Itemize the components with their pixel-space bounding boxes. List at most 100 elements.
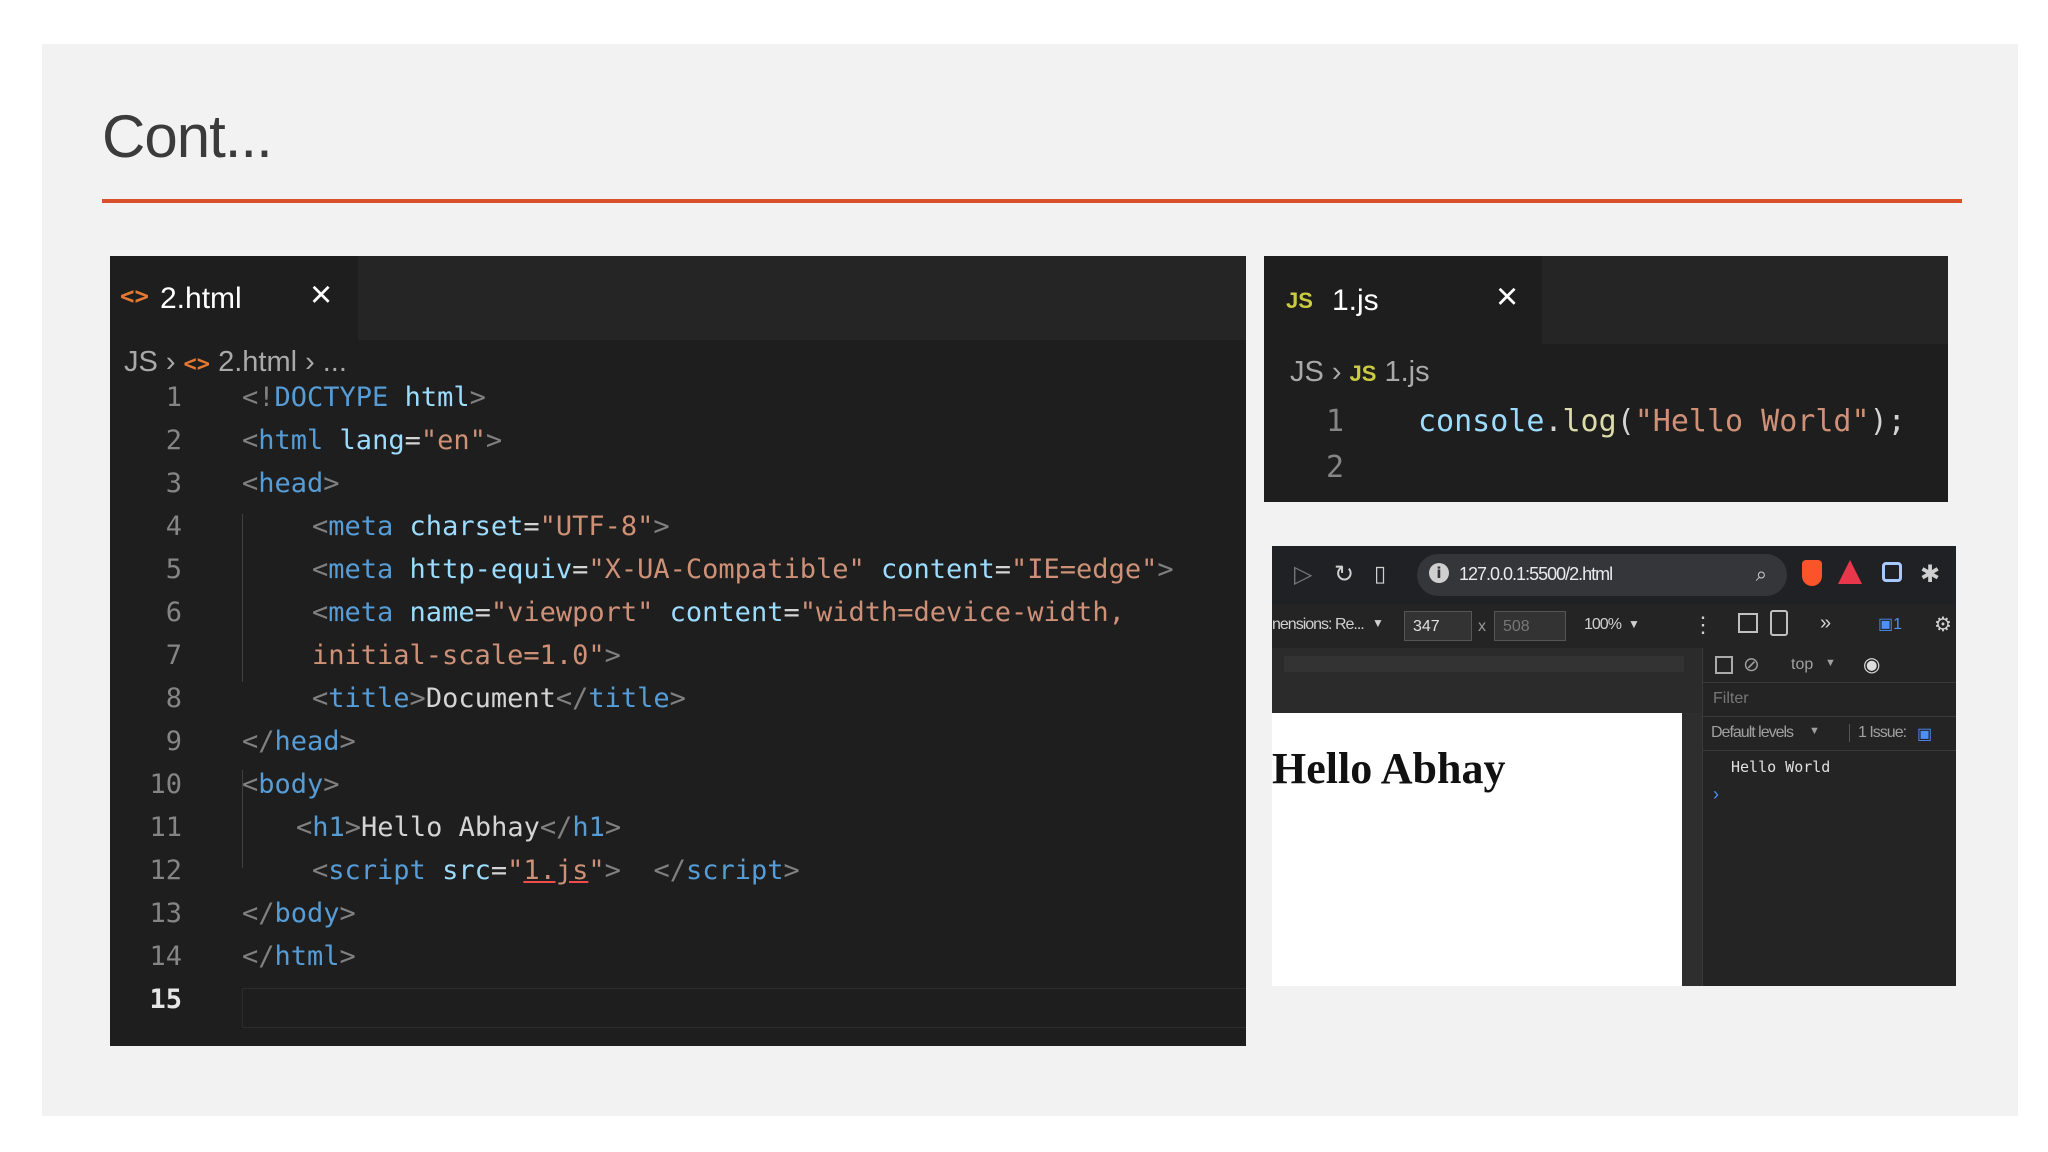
height-input[interactable]: 508 (1494, 611, 1566, 641)
sidebar-toggle-icon[interactable] (1715, 656, 1733, 674)
breadcrumb-folder[interactable]: JS (1290, 356, 1324, 388)
script-src-link[interactable]: 1.js (523, 855, 588, 886)
line-number: 1 (165, 382, 182, 413)
times-label: x (1478, 618, 1486, 635)
play-icon[interactable]: ▷ (1294, 560, 1312, 588)
chevron-right-icon: › (305, 346, 315, 378)
page-heading: Hello Abhay (1272, 744, 1506, 793)
chevron-right-icon: › (165, 346, 176, 378)
html-file-icon: <> (120, 282, 149, 310)
device-toolbar: nensions: Re... ▼ 347 x 508 100% ▼ ⋮ » ▣… (1272, 604, 1956, 649)
code-line-9: </head> (242, 726, 356, 757)
dimensions-dropdown[interactable]: nensions: Re... (1272, 616, 1365, 634)
line-number: 13 (149, 898, 182, 929)
line-number: 11 (149, 812, 182, 843)
close-tab-button[interactable]: × (310, 274, 332, 317)
levels-dropdown[interactable]: Default levels (1711, 724, 1794, 742)
code-line-5: <meta http-equiv="X-UA-Compatible" conte… (312, 554, 1174, 585)
breadcrumb: JS › JS 1.js (1290, 356, 1430, 389)
messages-badge[interactable]: ▣1 (1878, 614, 1902, 634)
code-line-8: <title>Document</title> (312, 683, 686, 714)
viewport-ruler (1272, 648, 1702, 713)
chevron-down-icon: ▼ (1825, 657, 1836, 669)
js-code[interactable]: 1 2 console.log("Hello World"); (1264, 404, 1948, 496)
filter-row: Filter (1703, 682, 1956, 717)
rewards-icon[interactable] (1838, 560, 1862, 584)
line-number: 6 (165, 597, 182, 628)
editor-tab-bar: <> 2.html × (110, 256, 1246, 340)
code-line-3: <head> (242, 468, 340, 499)
more-vert-icon[interactable]: ⋮ (1692, 612, 1714, 638)
code-line-10: <body> (242, 769, 340, 800)
info-icon: i (1429, 563, 1449, 583)
address-bar[interactable]: i 127.0.0.1:5500/2.html ⌕ (1417, 554, 1787, 596)
width-input[interactable]: 347 (1404, 611, 1472, 641)
levels-row: Default levels ▼ 1 Issue: ▣ (1703, 716, 1956, 751)
close-tab-button[interactable]: × (1496, 276, 1518, 319)
line-number-active: 15 (149, 984, 182, 1015)
html-code[interactable]: 1 2 3 4 5 6 7 8 9 10 11 12 13 14 15 <!DO… (110, 382, 1246, 1042)
code-line-2: <html lang="en"> (242, 425, 503, 456)
line-number: 8 (165, 683, 182, 714)
editor-tab-bar: JS 1.js × (1264, 256, 1948, 344)
chevron-down-icon: ▼ (1372, 616, 1384, 630)
breadcrumb: JS › <> 2.html ›... (124, 346, 347, 379)
code-line-11: <h1>Hello Abhay</h1> (296, 812, 622, 843)
code-line-1: console.log("Hello World"); (1418, 404, 1906, 439)
console-panel: ⊘ top ▼ ◉ Filter Default levels ▼ 1 Issu… (1702, 648, 1956, 986)
breadcrumb-file[interactable]: 1.js (1385, 356, 1430, 388)
breadcrumb-symbol[interactable]: ... (323, 346, 347, 378)
tab-label: 2.html (160, 282, 242, 315)
panel-splitter[interactable] (1682, 713, 1702, 986)
js-editor-panel: JS 1.js × JS › JS 1.js 1 2 console.log("He… (1264, 256, 1948, 502)
tab-label: 1.js (1332, 284, 1379, 317)
line-number: 1 (1325, 404, 1344, 439)
html-file-icon: <> (183, 352, 211, 377)
chevron-right-icon: › (1331, 356, 1342, 388)
more-tabs-icon[interactable]: » (1820, 612, 1831, 635)
inspect-icon[interactable] (1738, 613, 1758, 633)
browser-toolbar: ▷ ↻ ▯ i 127.0.0.1:5500/2.html ⌕ ✱ (1272, 546, 1956, 604)
breadcrumb-file[interactable]: 2.html (218, 346, 297, 378)
line-number: 3 (165, 468, 182, 499)
filter-input[interactable]: Filter (1713, 690, 1749, 708)
code-line-14: </html> (242, 941, 356, 972)
console-prompt[interactable]: › (1713, 784, 1719, 805)
title-rule (102, 199, 1962, 203)
brave-shield-icon[interactable] (1802, 560, 1822, 586)
html-editor-panel: <> 2.html × JS › <> 2.html ›... 1 2 3 4 5 6… (110, 256, 1246, 1046)
reload-icon[interactable]: ↻ (1334, 560, 1354, 588)
console-message: Hello World (1731, 758, 1831, 776)
eye-icon[interactable]: ◉ (1863, 652, 1880, 677)
breadcrumb-folder[interactable]: JS (124, 346, 158, 378)
zoom-dropdown[interactable]: 100% (1584, 616, 1622, 634)
browser-window: ▷ ↻ ▯ i 127.0.0.1:5500/2.html ⌕ ✱ nensio… (1272, 546, 1956, 986)
line-number: 4 (165, 511, 182, 542)
settings-icon[interactable]: ⚙ (1934, 612, 1952, 637)
extension-icon[interactable] (1882, 562, 1902, 582)
context-dropdown[interactable]: top (1791, 656, 1813, 674)
tab-2-html[interactable]: <> 2.html × (110, 256, 358, 340)
issues-button[interactable]: 1 Issue: (1849, 724, 1907, 742)
js-file-icon: JS (1349, 361, 1377, 386)
line-number: 7 (165, 640, 182, 671)
code-line-4: <meta charset="UTF-8"> (312, 511, 670, 542)
js-file-icon: JS (1286, 288, 1313, 313)
code-line-6: <meta name="viewport" content="width=dev… (312, 597, 1125, 628)
bookmark-icon[interactable]: ▯ (1374, 562, 1386, 587)
zoom-icon[interactable]: ⌕ (1756, 562, 1767, 586)
tab-1-js[interactable]: JS 1.js × (1264, 256, 1542, 344)
line-number: 5 (165, 554, 182, 585)
code-line-13: </body> (242, 898, 356, 929)
line-number: 2 (165, 425, 182, 456)
line-number: 12 (149, 855, 182, 886)
clear-console-icon[interactable]: ⊘ (1743, 652, 1760, 677)
line-number: 2 (1325, 450, 1344, 485)
puzzle-icon[interactable]: ✱ (1920, 560, 1940, 588)
code-line-1: <!DOCTYPE html> (242, 382, 486, 413)
device-mode-icon[interactable] (1770, 610, 1788, 636)
line-number: 9 (165, 726, 182, 757)
console-toolbar: ⊘ top ▼ ◉ (1703, 648, 1956, 683)
code-line-12: <script src="1.js"> </script> (312, 855, 800, 886)
code-line-7: initial-scale=1.0"> (312, 640, 621, 671)
